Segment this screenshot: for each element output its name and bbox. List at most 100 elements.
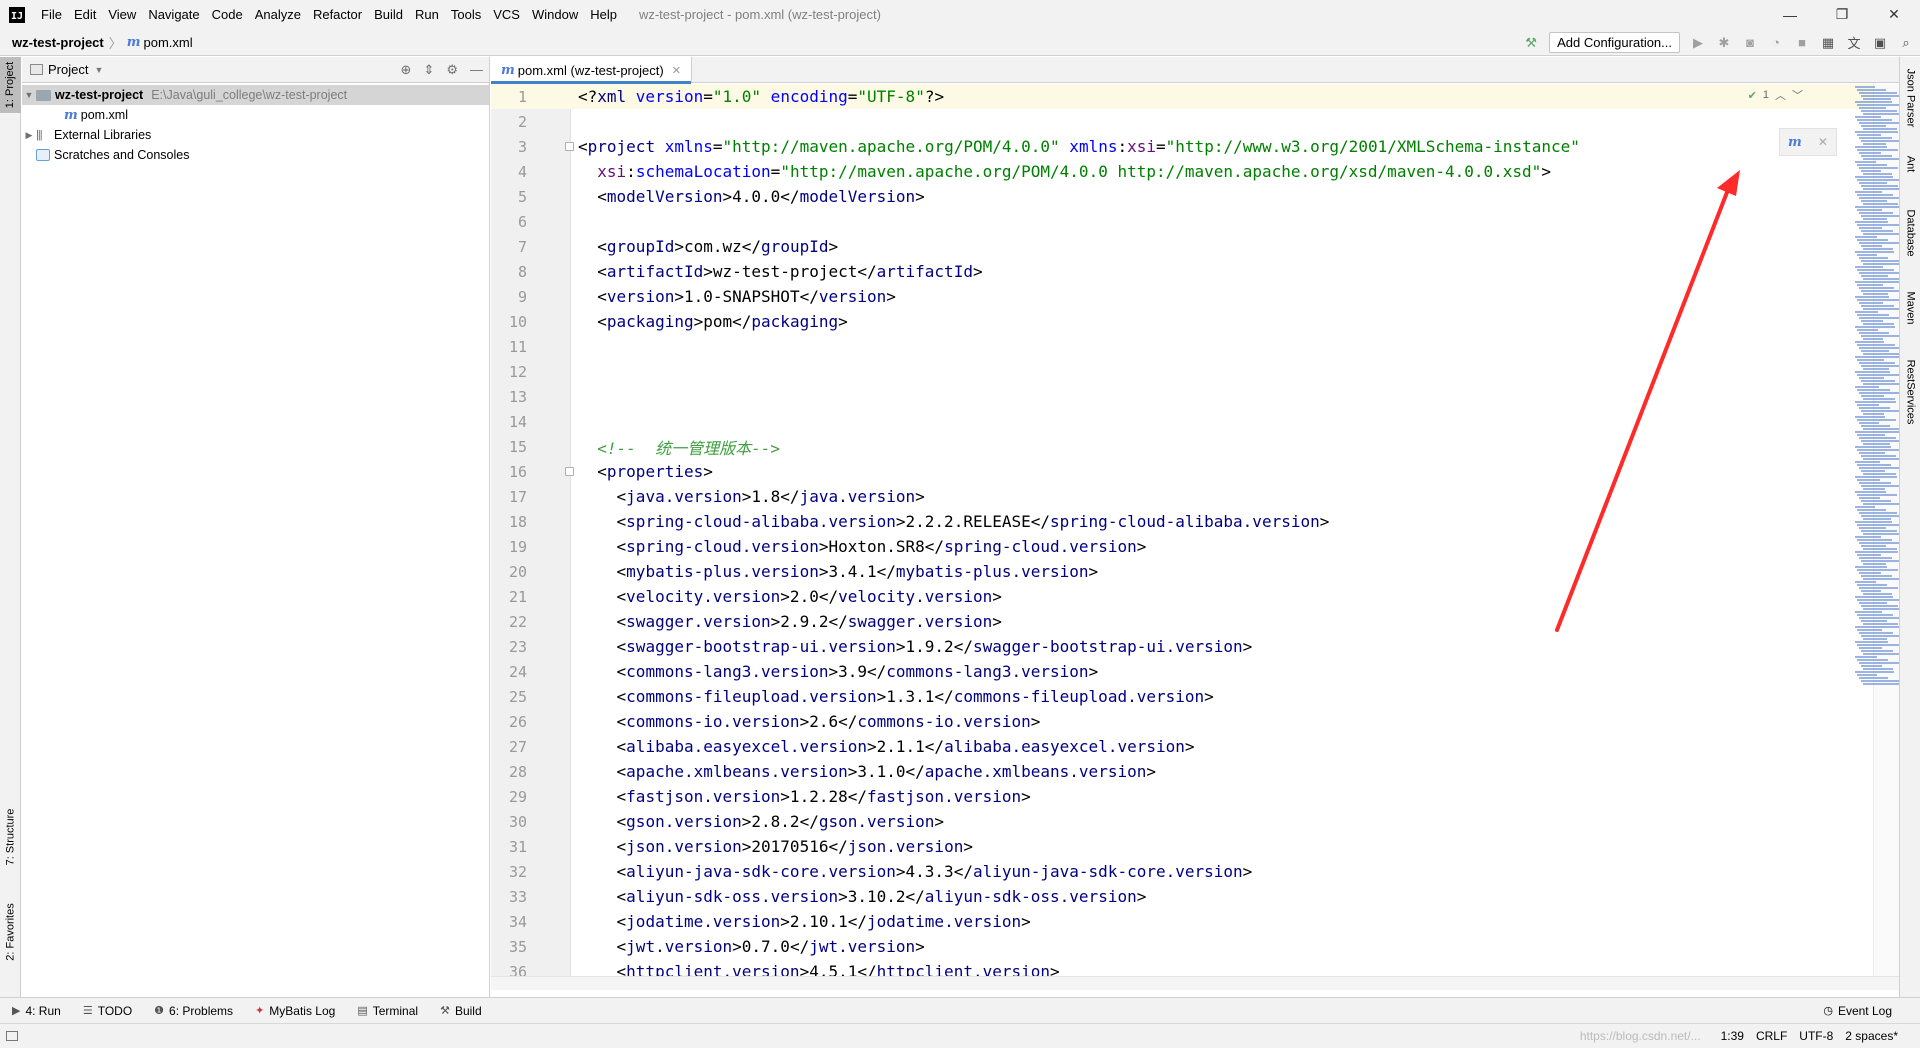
code-line[interactable]: 34 <jodatime.version>2.10.1</jodatime.ve… — [491, 909, 1891, 934]
fold-marker-icon[interactable] — [565, 467, 574, 476]
code-line[interactable]: 25 <commons-fileupload.version>1.3.1</co… — [491, 684, 1891, 709]
tab-pom-xml[interactable]: m pom.xml (wz-test-project) ✕ — [491, 57, 692, 84]
line-number[interactable]: 4 — [491, 163, 527, 181]
code-line[interactable]: 35 <jwt.version>0.7.0</jwt.version> — [491, 934, 1891, 959]
event-log-button[interactable]: ◷ Event Log — [1823, 1004, 1892, 1018]
project-panel-title[interactable]: Project — [48, 62, 88, 77]
tool-window-terminal[interactable]: ▤ Terminal — [357, 1004, 418, 1018]
line-number[interactable]: 12 — [491, 363, 527, 381]
code-line[interactable]: 16 <properties> — [491, 459, 1891, 484]
line-number[interactable]: 34 — [491, 913, 527, 931]
code-line[interactable]: 10 <packaging>pom</packaging> — [491, 309, 1891, 334]
code-line[interactable]: 32 <aliyun-java-sdk-core.version>4.3.3</… — [491, 859, 1891, 884]
tool-tab-project[interactable]: 1: Project — [0, 57, 21, 113]
code-line[interactable]: 23 <swagger-bootstrap-ui.version>1.9.2</… — [491, 634, 1891, 659]
line-number[interactable]: 7 — [491, 238, 527, 256]
profile-icon[interactable]: ◔ — [1768, 35, 1784, 51]
line-number[interactable]: 35 — [491, 938, 527, 956]
line-number[interactable]: 6 — [491, 213, 527, 231]
load-maven-changes-icon[interactable]: m — [1788, 135, 1802, 150]
presentation-icon[interactable]: ▣ — [1872, 35, 1888, 51]
menu-refactor[interactable]: Refactor — [307, 7, 368, 22]
line-number[interactable]: 26 — [491, 713, 527, 731]
menu-edit[interactable]: Edit — [68, 7, 102, 22]
code-line[interactable]: 5 <modelVersion>4.0.0</modelVersion> — [491, 184, 1891, 209]
file-encoding[interactable]: UTF-8 — [1799, 1029, 1833, 1043]
line-number[interactable]: 13 — [491, 388, 527, 406]
menu-code[interactable]: Code — [206, 7, 249, 22]
maximize-button[interactable]: ❐ — [1816, 0, 1868, 29]
menu-navigate[interactable]: Navigate — [142, 7, 205, 22]
line-number[interactable]: 16 — [491, 463, 527, 481]
intellij-logo-icon[interactable]: IJ — [9, 6, 25, 23]
tool-window-problems[interactable]: ❶ 6: Problems — [154, 1004, 233, 1018]
close-icon[interactable]: ✕ — [1818, 135, 1828, 149]
line-number[interactable]: 22 — [491, 613, 527, 631]
line-separator[interactable]: CRLF — [1756, 1029, 1787, 1043]
line-number[interactable]: 3 — [491, 138, 527, 156]
next-highlight-icon[interactable]: ﹀ — [1792, 87, 1803, 103]
line-number[interactable]: 2 — [491, 113, 527, 131]
code-line[interactable]: 15 <!-- 统一管理版本--> — [491, 434, 1891, 459]
line-number[interactable]: 29 — [491, 788, 527, 806]
line-number[interactable]: 25 — [491, 688, 527, 706]
line-number[interactable]: 17 — [491, 488, 527, 506]
tree-item-scratches[interactable]: Scratches and Consoles — [22, 145, 489, 165]
menu-analyze[interactable]: Analyze — [249, 7, 307, 22]
code-line[interactable]: 13 — [491, 384, 1891, 409]
code-line[interactable]: 12 — [491, 359, 1891, 384]
tool-window-todo[interactable]: ☰ TODO — [83, 1004, 132, 1018]
code-line[interactable]: 2 — [491, 109, 1891, 134]
breadcrumb-project[interactable]: wz-test-project — [12, 35, 104, 50]
line-number[interactable]: 30 — [491, 813, 527, 831]
line-number[interactable]: 10 — [491, 313, 527, 331]
tree-item-root[interactable]: ▼ wz-test-project E:\Java\guli_college\w… — [22, 85, 489, 105]
menu-window[interactable]: Window — [526, 7, 584, 22]
minimize-button[interactable]: — — [1764, 0, 1816, 29]
tree-item-pom[interactable]: m pom.xml — [22, 105, 489, 125]
code-line[interactable]: 31 <json.version>20170516</json.version> — [491, 834, 1891, 859]
close-icon[interactable]: ✕ — [672, 64, 681, 77]
line-number[interactable]: 9 — [491, 288, 527, 306]
previous-highlight-icon[interactable]: ︿ — [1775, 87, 1786, 103]
tool-tab-structure[interactable]: 7: Structure — [0, 797, 21, 877]
tool-tab-json-parser[interactable]: Json Parser — [1900, 59, 1920, 137]
code-line[interactable]: 4 xsi:schemaLocation="http://maven.apach… — [491, 159, 1891, 184]
line-number[interactable]: 20 — [491, 563, 527, 581]
line-number[interactable]: 18 — [491, 513, 527, 531]
menu-run[interactable]: Run — [409, 7, 445, 22]
line-number[interactable]: 8 — [491, 263, 527, 281]
breadcrumb-file[interactable]: pom.xml — [144, 35, 193, 50]
code-line[interactable]: 11 — [491, 334, 1891, 359]
fold-marker-icon[interactable] — [565, 142, 574, 151]
menu-vcs[interactable]: VCS — [487, 7, 526, 22]
line-number[interactable]: 15 — [491, 438, 527, 456]
tool-tab-ant[interactable]: Ant — [1900, 141, 1920, 187]
menu-view[interactable]: View — [102, 7, 142, 22]
collapse-all-icon[interactable]: ⇕ — [423, 62, 434, 78]
caret-position[interactable]: 1:39 — [1721, 1029, 1744, 1043]
menu-tools[interactable]: Tools — [445, 7, 487, 22]
code-minimap[interactable] — [1851, 85, 1910, 745]
line-number[interactable]: 23 — [491, 638, 527, 656]
tree-item-external-libraries[interactable]: ▶ ||| External Libraries — [22, 125, 489, 145]
tool-tab-database[interactable]: Database — [1900, 197, 1920, 269]
line-number[interactable]: 24 — [491, 663, 527, 681]
hide-icon[interactable]: — — [470, 62, 483, 78]
code-line[interactable]: 6 — [491, 209, 1891, 234]
chevron-down-icon[interactable]: ▼ — [94, 65, 103, 75]
build-hammer-icon[interactable]: ⚒ — [1523, 35, 1539, 51]
code-line[interactable]: 9 <version>1.0-SNAPSHOT</version> — [491, 284, 1891, 309]
code-line[interactable]: 33 <aliyun-sdk-oss.version>3.10.2</aliyu… — [491, 884, 1891, 909]
code-line[interactable]: 26 <commons-io.version>2.6</commons-io.v… — [491, 709, 1891, 734]
line-number[interactable]: 33 — [491, 888, 527, 906]
debug-icon[interactable]: ✱ — [1716, 35, 1732, 51]
code-line[interactable]: 14 — [491, 409, 1891, 434]
tool-window-build[interactable]: ⚒ Build — [440, 1004, 482, 1018]
code-line[interactable]: 36 <httpclient.version>4.5.1</httpclient… — [491, 959, 1891, 976]
code-line[interactable]: 28 <apache.xmlbeans.version>3.1.0</apach… — [491, 759, 1891, 784]
gear-icon[interactable]: ⚙ — [446, 62, 458, 78]
menu-build[interactable]: Build — [368, 7, 409, 22]
line-number[interactable]: 14 — [491, 413, 527, 431]
code-line[interactable]: 30 <gson.version>2.8.2</gson.version> — [491, 809, 1891, 834]
